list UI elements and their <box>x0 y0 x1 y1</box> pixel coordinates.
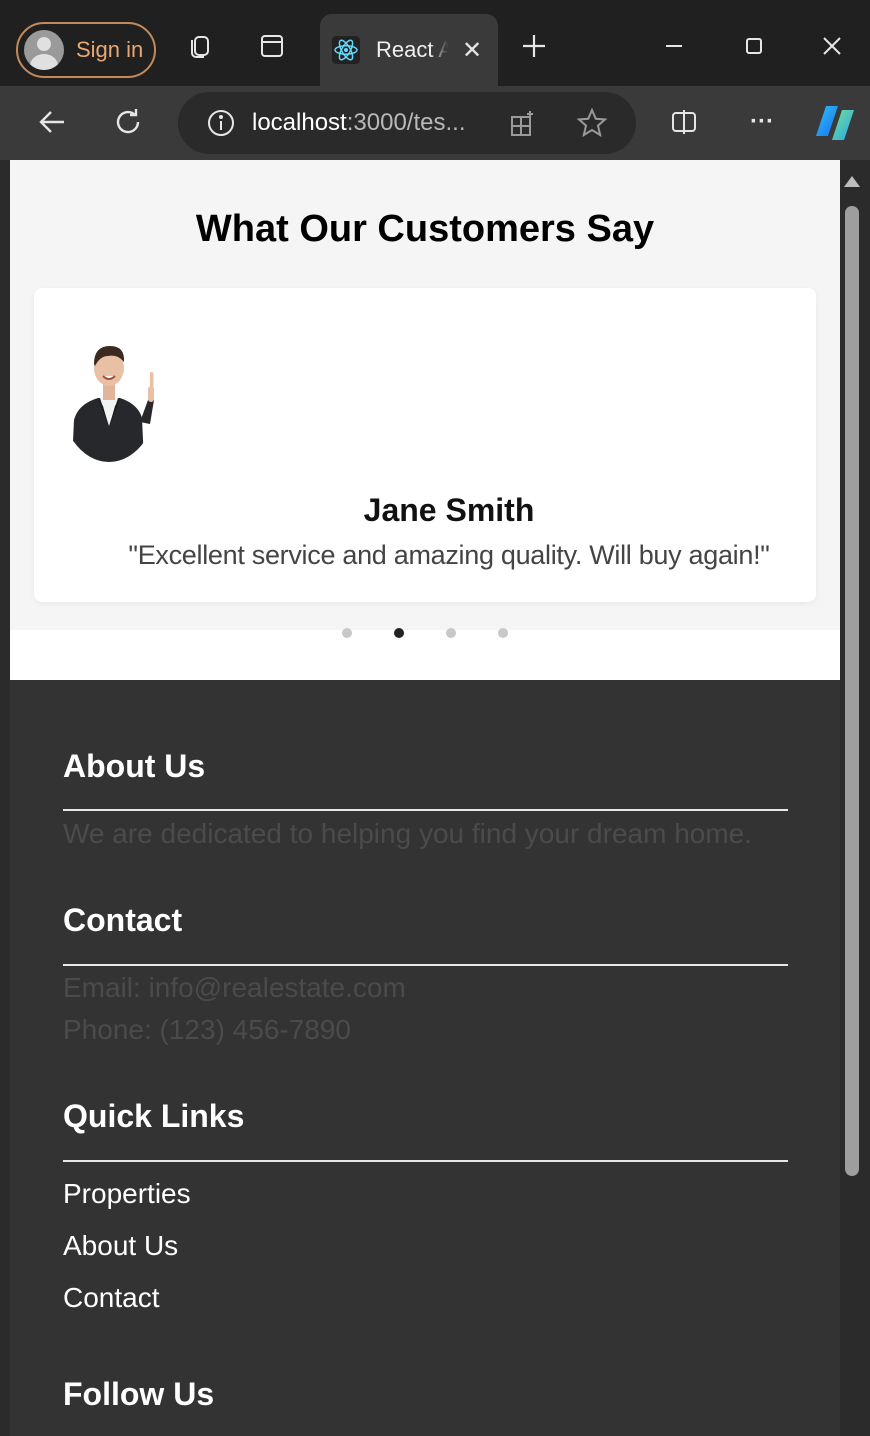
copilot-icon[interactable] <box>812 100 858 146</box>
carousel-dots <box>10 626 840 640</box>
back-icon[interactable] <box>34 104 70 140</box>
tab-actions-icon[interactable] <box>256 30 288 62</box>
react-favicon <box>332 36 360 64</box>
carousel-dot-2[interactable] <box>394 628 404 638</box>
footer-link-about-us[interactable]: About Us <box>63 1230 178 1262</box>
url-host: localhost <box>252 109 347 136</box>
footer-about-heading: About Us <box>63 748 206 784</box>
footer-phone: Phone: (123) 456-7890 <box>63 1014 351 1045</box>
customer-photo <box>58 316 160 462</box>
refresh-icon[interactable] <box>110 104 146 140</box>
more-icon[interactable]: ··· <box>744 104 780 140</box>
favorite-icon[interactable] <box>576 107 608 139</box>
window-edge <box>0 160 10 1436</box>
carousel-dot-4[interactable] <box>498 628 508 638</box>
site-info-icon[interactable] <box>206 108 236 138</box>
apps-icon[interactable] <box>508 108 538 138</box>
scroll-up-arrow-icon[interactable] <box>844 176 860 187</box>
section-title: What Our Customers Say <box>195 208 655 250</box>
site-footer: About Us We are dedicated to helping you… <box>10 680 840 1436</box>
footer-divider <box>63 1160 788 1162</box>
footer-contact-heading: Contact <box>63 902 183 938</box>
browser-title-bar: Sign in React App ✕ <box>0 0 870 86</box>
split-screen-icon[interactable] <box>666 104 702 140</box>
testimonials-section: What Our Customers Say Jane Smith "Excel… <box>10 160 840 680</box>
sign-in-button[interactable]: Sign in <box>16 22 156 78</box>
minimize-icon[interactable] <box>656 28 692 64</box>
profile-avatar-icon <box>24 30 64 70</box>
page-viewport: What Our Customers Say Jane Smith "Excel… <box>10 160 840 1436</box>
carousel-dot-1[interactable] <box>342 628 352 638</box>
workspaces-icon[interactable] <box>184 30 216 62</box>
footer-divider <box>63 964 788 966</box>
close-window-icon[interactable] <box>814 28 850 64</box>
tab-title: React App <box>376 37 448 62</box>
carousel-dot-3[interactable] <box>446 628 456 638</box>
tab-react-app[interactable]: React App ✕ <box>320 14 498 86</box>
footer-about-text: We are dedicated to helping you find you… <box>63 818 753 849</box>
scrollbar-thumb[interactable] <box>845 206 859 1176</box>
customer-quote: "Excellent service and amazing quality. … <box>128 540 770 570</box>
customer-name: Jane Smith <box>363 492 535 528</box>
browser-toolbar: localhost:3000/tes... ··· <box>0 86 870 160</box>
testimonials-background: What Our Customers Say Jane Smith "Excel… <box>10 160 840 630</box>
footer-email: Email: info@realestate.com <box>63 972 406 1003</box>
testimonial-card: Jane Smith "Excellent service and amazin… <box>34 288 816 602</box>
footer-link-contact[interactable]: Contact <box>63 1282 160 1314</box>
address-bar[interactable]: localhost:3000/tes... <box>178 92 636 154</box>
footer-link-properties[interactable]: Properties <box>63 1178 191 1210</box>
maximize-icon[interactable] <box>736 28 772 64</box>
new-tab-icon[interactable] <box>518 30 550 62</box>
footer-divider <box>63 809 788 811</box>
sign-in-label: Sign in <box>76 37 144 62</box>
footer-follow-heading: Follow Us <box>63 1376 215 1412</box>
url-path: :3000/tes... <box>346 109 466 136</box>
close-tab-icon[interactable]: ✕ <box>462 36 482 65</box>
footer-links-heading: Quick Links <box>63 1098 245 1134</box>
